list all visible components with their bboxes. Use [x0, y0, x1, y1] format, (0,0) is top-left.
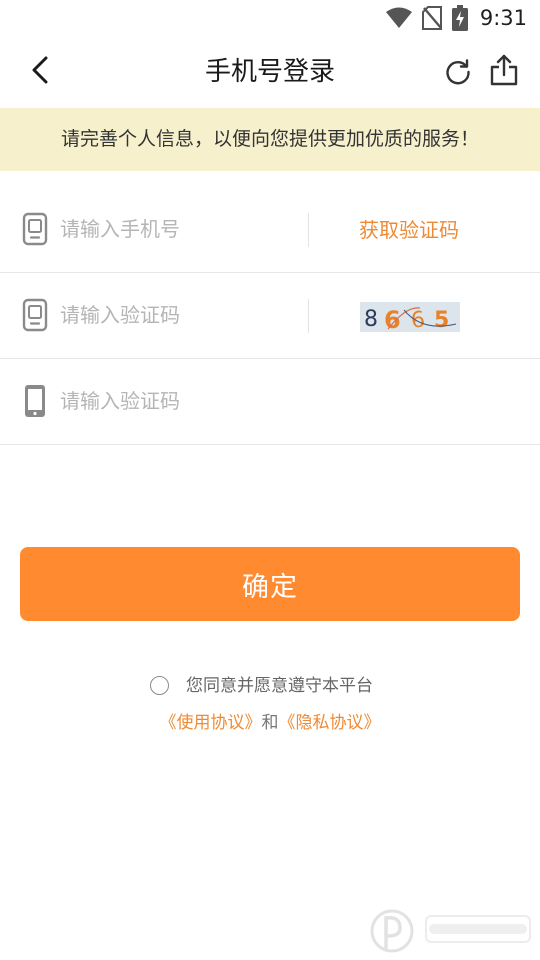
- captcha-digit: 8: [364, 307, 378, 332]
- phone-row: 获取验证码: [0, 187, 540, 273]
- wifi-icon: [385, 7, 413, 29]
- captcha-input[interactable]: [60, 293, 300, 337]
- agreement-line: 您同意并愿意遵守本平台: [0, 674, 540, 698]
- info-notice-banner: 请完善个人信息，以便向您提供更加优质的服务！: [0, 108, 540, 171]
- battery-charging-icon: [451, 5, 468, 31]
- phone-icon: [22, 298, 48, 332]
- get-code-button[interactable]: 获取验证码: [309, 187, 509, 273]
- no-sim-icon: [421, 6, 442, 30]
- captcha-digit: 6: [410, 307, 427, 332]
- terms-link[interactable]: 《使用协议》: [160, 713, 262, 733]
- nav-bar: 手机号登录: [0, 36, 540, 108]
- captcha-image[interactable]: 8 6 6 5: [360, 302, 460, 334]
- status-bar: 9:31: [0, 0, 540, 36]
- refresh-icon: [444, 58, 472, 90]
- phone-icon: [22, 384, 48, 418]
- back-button[interactable]: [20, 50, 60, 94]
- phone-input[interactable]: [60, 207, 300, 251]
- share-button[interactable]: [484, 52, 524, 92]
- sms-code-row: [0, 359, 540, 445]
- status-time: 9:31: [479, 6, 527, 30]
- phone-icon: [22, 212, 48, 246]
- refresh-button[interactable]: [438, 54, 478, 94]
- watermark-logo: [368, 902, 540, 960]
- privacy-link[interactable]: 《隐私协议》: [279, 713, 381, 733]
- agreement-links: 《使用协议》和《隐私协议》: [0, 710, 540, 736]
- captcha-digit: 5: [434, 308, 449, 332]
- sms-code-input[interactable]: [60, 379, 300, 423]
- confirm-button[interactable]: 确定: [20, 547, 520, 621]
- chevron-left-icon: [31, 56, 49, 88]
- captcha-digit: 6: [384, 306, 401, 332]
- field-divider: [308, 299, 309, 333]
- share-icon: [490, 54, 518, 90]
- agreement-radio[interactable]: [150, 676, 169, 695]
- agreement-text: 您同意并愿意遵守本平台: [186, 676, 373, 696]
- agreement-and: 和: [261, 713, 279, 733]
